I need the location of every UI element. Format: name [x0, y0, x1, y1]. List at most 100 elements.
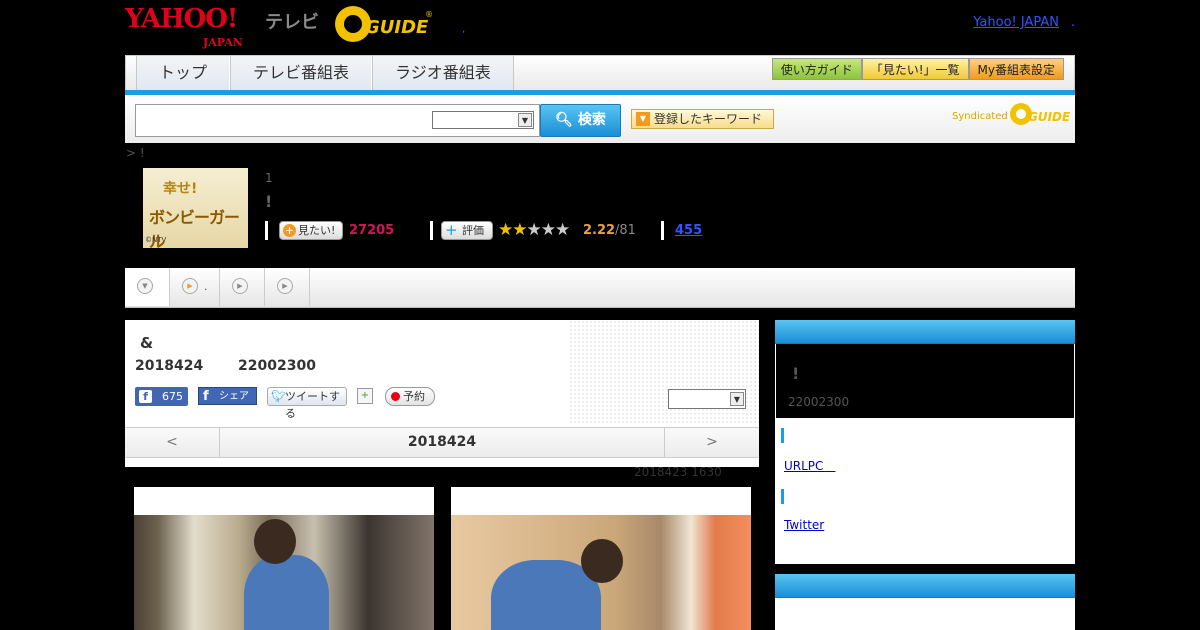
twitter-link[interactable]: Twitter: [784, 518, 824, 532]
yahoo-japan-link[interactable]: Yahoo! JAPAN: [973, 15, 1059, 30]
date-pager: < 2018424 >: [125, 427, 759, 458]
program-thumbnail[interactable]: 幸せ! ボンビーガール ©NTV: [143, 168, 248, 248]
sidebar-broadcast-box: ! 22002300 URLPC Twitter: [775, 320, 1075, 564]
program-stats: + 見たい! 27205 + 評価 ★★★★★ 2.22 /81 455: [265, 220, 735, 242]
rate-label: 評価: [462, 224, 484, 237]
search-category-select[interactable]: ▼: [432, 111, 534, 129]
share-row: f 675 f シェア 🐦︎ ツイートする + 予約: [135, 387, 555, 420]
program-title: !: [265, 192, 273, 211]
episode-date: 2018424: [135, 358, 204, 374]
yahoo-japan-logo[interactable]: YAHOO! JAPAN: [125, 6, 243, 49]
rating-value: 2.22: [583, 223, 616, 238]
reserve-label: 予約: [403, 390, 425, 403]
pager-current-date: 2018424: [407, 434, 477, 450]
subtab-episode[interactable]: ▼: [125, 268, 170, 306]
nav-tabs: トップ テレビ番組表 ラジオ番組表: [136, 56, 514, 90]
sidebar-broadcast-info: ! 22002300: [776, 344, 1074, 418]
section-marker: [781, 428, 784, 443]
tab-top[interactable]: トップ: [136, 56, 231, 90]
subtab-2[interactable]: ▶ .: [170, 268, 220, 306]
chevron-down-icon: ▼: [730, 392, 744, 406]
photo-image: [451, 515, 751, 630]
mitai-list-button[interactable]: 「見たい!」一覧: [861, 58, 969, 80]
star-filled-icon: ★: [512, 220, 527, 240]
tab-radio-schedule[interactable]: ラジオ番組表: [372, 56, 514, 90]
episode-title: &: [140, 334, 154, 352]
gguide-reg-mark: ®: [425, 10, 433, 19]
pager-next-button[interactable]: >: [664, 428, 759, 457]
facebook-share-button[interactable]: f シェア: [198, 387, 257, 405]
chevron-down-icon: ▼: [518, 113, 532, 127]
main-nav: トップ テレビ番組表 ラジオ番組表 使い方ガイド 「見たい!」一覧 My番組表設…: [125, 55, 1075, 93]
play-icon: ▶: [232, 278, 248, 294]
facebook-icon: f: [203, 389, 209, 404]
reserve-button[interactable]: 予約: [385, 387, 435, 406]
tv-label: テレビ: [265, 12, 319, 33]
tab-tv-schedule[interactable]: テレビ番組表: [230, 56, 373, 90]
stat-divider: [430, 221, 433, 240]
episode-photo[interactable]: [451, 487, 751, 630]
plus-icon: +: [445, 221, 458, 239]
pager-prev-button[interactable]: <: [125, 428, 220, 457]
mitai-button[interactable]: + 見たい!: [279, 221, 343, 240]
url-pc-link[interactable]: URLPC: [784, 457, 835, 474]
twitter-bird-icon: 🐦︎: [271, 389, 287, 403]
my-schedule-button[interactable]: My番組表設定: [968, 58, 1064, 80]
photo-head: [581, 539, 623, 583]
search-button-label: 検索: [577, 112, 606, 128]
site-header: YAHOO! JAPAN テレビ GUIDE ® , Yahoo! JAPAN …: [125, 0, 1075, 55]
record-dot-icon: [391, 392, 400, 401]
thumbnail-credit: ©NTV: [145, 236, 167, 244]
sidebar-broadcast-time: 22002300: [788, 395, 850, 409]
rate-button[interactable]: + 評価: [441, 221, 493, 240]
updated-timestamp: 2018423 1630: [634, 465, 722, 479]
dot-pattern: [569, 320, 759, 425]
star-empty-icon: ★: [555, 220, 570, 240]
syndicated-text: Syndicated: [952, 111, 1008, 122]
search-button[interactable]: 🔍︎ 検索: [540, 104, 621, 137]
search-icon: 🔍︎: [555, 112, 573, 128]
episode-photo[interactable]: [134, 487, 434, 630]
tweet-label: ツイートする: [285, 390, 340, 420]
saved-keywords-button[interactable]: ▼ 登録したキーワード: [631, 109, 774, 129]
play-icon: ▶: [182, 278, 198, 294]
guide-button[interactable]: 使い方ガイド: [771, 58, 862, 80]
subtab-4[interactable]: ▶: [265, 268, 310, 306]
syndicated-gguide-logo: Syndicated GUIDE: [952, 103, 1071, 127]
subtab-3[interactable]: ▶: [220, 268, 265, 306]
tweet-button[interactable]: 🐦︎ ツイートする: [267, 387, 347, 420]
program-subnav: ▼ ▶ . ▶ ▶: [125, 268, 1075, 308]
episode-select[interactable]: ▼: [668, 389, 746, 409]
play-icon: ▶: [277, 278, 293, 294]
sidebar-box-header: [775, 320, 1075, 344]
star-empty-icon: ★: [526, 220, 542, 240]
episode-number: 1: [265, 171, 273, 185]
util-buttons: 使い方ガイド 「見たい!」一覧 My番組表設定: [771, 58, 1064, 80]
triangle-down-icon: ▼: [636, 112, 650, 126]
plus-icon: +: [283, 224, 296, 237]
syndicated-logo-text: GUIDE: [1028, 110, 1071, 124]
facebook-like-button[interactable]: f 675: [135, 387, 188, 406]
star-empty-icon: ★: [540, 220, 556, 240]
episode-time: 22002300: [238, 358, 316, 374]
facebook-icon: f: [139, 390, 152, 403]
mitai-label: 見たい!: [298, 224, 336, 237]
rating-stars: ★★★★★: [498, 220, 570, 240]
stat-divider: [661, 221, 664, 240]
episode-panel: & 2018424 22002300 f 675 f シェア 🐦︎ ツイートする…: [125, 320, 759, 467]
thumbnail-title-line1: 幸せ!: [163, 181, 198, 197]
photo-image: [134, 515, 434, 630]
star-filled-icon: ★: [498, 220, 513, 240]
search-bar: ▼ 🔍︎ 検索 ▼ 登録したキーワード Syndicated GUIDE: [125, 95, 1075, 143]
subtab-2-label: .: [204, 280, 208, 293]
header-comma: ,: [462, 24, 466, 35]
facebook-share-label: シェア: [219, 391, 249, 402]
add-clip-icon[interactable]: +: [357, 388, 373, 404]
sidebar-box-header: [775, 574, 1075, 598]
gguide-logo-text: GUIDE: [365, 17, 429, 38]
photo-figure: [244, 555, 329, 630]
saved-keywords-label: 登録したキーワード: [654, 112, 763, 126]
gguide-logo[interactable]: GUIDE ®: [335, 6, 433, 42]
breadcrumb[interactable]: > !: [126, 146, 145, 160]
review-count-link[interactable]: 455: [675, 223, 702, 238]
